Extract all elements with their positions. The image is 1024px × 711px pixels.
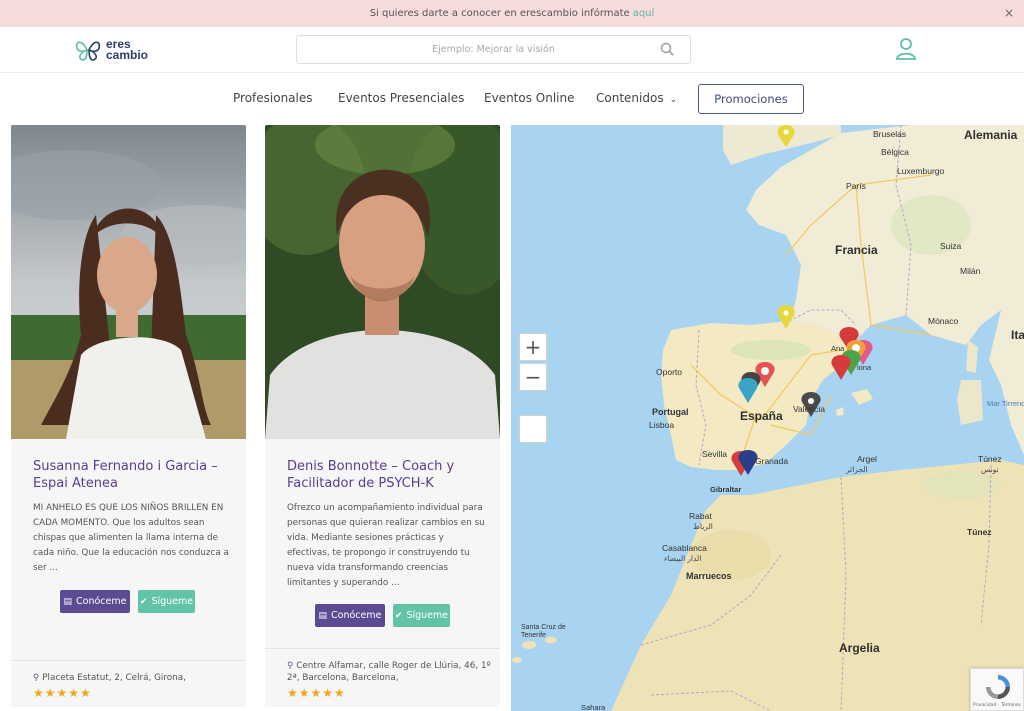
map-label-arabic: تونس — [981, 465, 999, 474]
map-label-city: Sahara — [581, 703, 606, 711]
map-label-arabic: الرباط — [693, 522, 713, 531]
id-card-icon: ▤ — [63, 596, 73, 607]
card-title[interactable]: Susanna Fernando i Garcia – Espai Atenea — [33, 458, 233, 492]
nav-item-eventos-presenciales[interactable]: Eventos Presenciales — [338, 91, 464, 105]
recaptcha-badge[interactable]: Privacidad - Términos — [970, 668, 1024, 711]
check-circle-icon: ✔ — [139, 596, 148, 607]
map-label-city: Milán — [960, 266, 981, 276]
map-label-country: España — [740, 409, 783, 423]
map-label-city: Rabat — [689, 511, 712, 521]
map-pin-icon: ⚲ — [287, 661, 294, 671]
logo[interactable]: eres cambio — [74, 37, 148, 63]
map-label-city: Suiza — [940, 241, 962, 251]
nav-item-contenidos[interactable]: Contenidos ⌄ — [596, 91, 677, 105]
map-label-city: Argel — [857, 454, 877, 464]
map-pin-icon: ⚲ — [33, 673, 40, 683]
logo-wordmark: eres cambio — [106, 38, 149, 62]
zoom-out-button[interactable]: − — [519, 363, 547, 391]
map-label-arabic: الجزائر — [846, 465, 868, 474]
address-text: Placeta Estatut, 2, Celrá, Girona, — [42, 673, 186, 683]
map-label-country: Ita — [1011, 328, 1024, 342]
zoom-in-button[interactable]: + — [519, 333, 547, 361]
divider — [265, 648, 500, 649]
map-label-city: Lisboa — [649, 420, 675, 430]
map-label-city: Bruselas — [873, 129, 907, 139]
fullscreen-button[interactable] — [519, 415, 547, 443]
user-account-icon[interactable] — [895, 37, 917, 61]
recaptcha-icon — [986, 675, 1010, 699]
map[interactable]: + − Alemania Francia España Portugal Mar… — [511, 125, 1024, 711]
map-label-city: Casablanca — [662, 543, 707, 553]
sigueme-label: Sígueme — [151, 596, 194, 607]
sigueme-label: Sígueme — [406, 610, 449, 621]
map-label-city: Valencia — [793, 404, 825, 414]
map-label-city: Granada — [755, 456, 789, 466]
header: eres cambio — [0, 27, 1024, 73]
map-label-sea: Mar Tirreno — [987, 399, 1024, 408]
sigueme-button[interactable]: ✔ Sígueme — [138, 590, 195, 613]
sigueme-button[interactable]: ✔ Sígueme — [393, 604, 450, 627]
address-text: Centre Alfamar, calle Roger de Llúria, 4… — [287, 661, 491, 683]
chevron-down-icon: ⌄ — [669, 95, 678, 105]
nav-item-profesionales[interactable]: Profesionales — [233, 91, 313, 105]
map-label-city: Túnez — [967, 527, 992, 537]
map-label-city: Bélgica — [881, 147, 909, 157]
map-label-city: Mónaco — [928, 316, 959, 326]
check-circle-icon: ✔ — [394, 610, 403, 621]
conoceme-button[interactable]: ▤ Conóceme — [315, 604, 385, 627]
announcement-link[interactable]: aquí — [633, 8, 655, 19]
conoceme-label: Conóceme — [76, 596, 127, 607]
nav-item-eventos-online[interactable]: Eventos Online — [484, 91, 575, 105]
divider — [11, 660, 246, 661]
main-nav: Profesionales Eventos Presenciales Event… — [0, 73, 1024, 125]
map-label-city: Oporto — [656, 367, 682, 377]
nav-item-contenidos-label: Contenidos — [596, 91, 664, 105]
card-description: Ofrezco un acompañamiento individual par… — [287, 503, 485, 588]
conoceme-button[interactable]: ▤ Conóceme — [60, 590, 130, 613]
card-description: MI ANHELO ES QUE LOS NIÑOS BRILLEN EN CA… — [33, 503, 229, 573]
map-label-city: Luxemburgo — [897, 166, 945, 176]
promociones-button[interactable]: Promociones — [698, 84, 804, 114]
rating-stars: ★★★★★ — [287, 686, 346, 700]
announcement-text: Si quieres darte a conocer en erescambio… — [369, 8, 630, 19]
id-card-icon: ▤ — [318, 610, 328, 621]
card-address: ⚲ Placeta Estatut, 2, Celrá, Girona, — [33, 672, 238, 684]
map-label-country: Portugal — [652, 407, 689, 417]
search-icon[interactable] — [660, 42, 674, 56]
map-marker[interactable] — [831, 355, 851, 380]
map-label-city: Sevilla — [702, 449, 728, 459]
search-input[interactable] — [333, 44, 654, 55]
card-title[interactable]: Denis Bonnotte – Coach y Facilitador de … — [287, 458, 487, 492]
search-box — [296, 35, 691, 64]
professional-card: Susanna Fernando i Garcia – Espai Atenea… — [11, 125, 246, 707]
map-label-city: lona — [857, 363, 872, 372]
map-label-arabic: الدار البيضاء — [664, 554, 702, 563]
map-label-city: Gibraltar — [710, 485, 742, 494]
map-label-city: Santa Cruz de Tenerife — [521, 624, 566, 639]
profile-photo[interactable] — [265, 125, 500, 439]
map-label-country: Marruecos — [686, 571, 732, 581]
logo-line2: cambio — [106, 48, 149, 62]
map-label-city: Túnez — [978, 454, 1002, 464]
rating-stars: ★★★★★ — [33, 686, 92, 700]
map-label-country: Argelia — [839, 641, 880, 655]
map-label-city: Ana — [831, 344, 845, 353]
conoceme-label: Conóceme — [331, 610, 382, 621]
close-icon[interactable]: × — [1004, 6, 1014, 20]
butterfly-logo-icon — [75, 41, 101, 61]
map-label-city: París — [846, 181, 866, 191]
announcement-bar: Si quieres darte a conocer en erescambio… — [0, 0, 1024, 27]
map-label-country: Francia — [835, 243, 878, 257]
map-label-country: Alemania — [964, 128, 1018, 142]
profile-photo[interactable] — [11, 125, 246, 439]
recaptcha-text[interactable]: Privacidad - Términos — [973, 703, 1021, 708]
card-address: ⚲ Centre Alfamar, calle Roger de Llúria,… — [287, 660, 492, 684]
professional-card: Denis Bonnotte – Coach y Facilitador de … — [265, 125, 500, 707]
